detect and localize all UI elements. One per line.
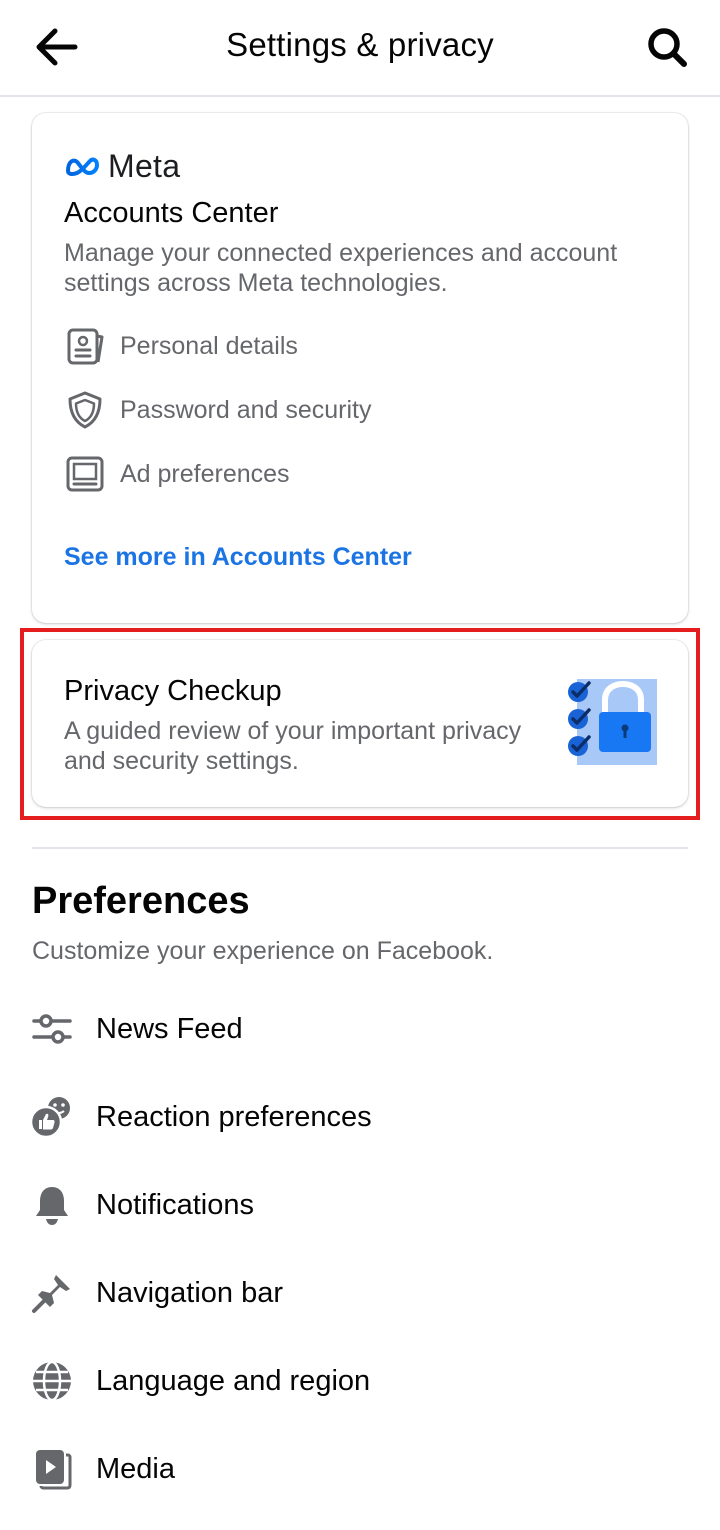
meta-brand-text: Meta [108,147,181,184]
navigation-bar-label: Navigation bar [96,1276,283,1309]
notifications-item[interactable]: Notifications [28,1170,692,1240]
top-bar: Settings & privacy [0,0,720,97]
notifications-label: Notifications [96,1188,254,1221]
monitor-icon [64,453,106,495]
reactions-icon [28,1093,76,1141]
preferences-subtitle: Customize your experience on Facebook. [32,937,494,965]
meta-logo: Meta [64,147,181,184]
news-feed-item[interactable]: News Feed [28,994,692,1064]
media-label: Media [96,1452,175,1485]
search-button[interactable] [642,22,692,72]
see-more-accounts-center-link[interactable]: See more in Accounts Center [64,543,412,572]
id-card-icon [64,325,106,367]
lock-checklist-icon [568,679,657,765]
language-region-item[interactable]: Language and region [28,1346,692,1416]
shield-icon [64,389,106,431]
preferences-heading: Preferences [32,880,250,922]
page-title: Settings & privacy [226,26,494,63]
privacy-checkup-description: A guided review of your important privac… [64,717,522,775]
sliders-icon [28,1005,76,1053]
language-region-label: Language and region [96,1364,371,1397]
meta-infinity-icon [66,157,99,177]
ad-preferences-label: Ad preferences [120,459,290,488]
password-security-item[interactable]: Password and security [64,388,372,432]
accounts-center-card[interactable]: Meta Accounts Center Manage your connect… [32,113,688,623]
news-feed-label: News Feed [96,1012,243,1045]
media-item[interactable]: Media [28,1434,692,1504]
reaction-preferences-item[interactable]: Reaction preferences [28,1082,692,1152]
bell-icon [28,1181,76,1229]
accounts-center-title: Accounts Center [64,197,279,229]
personal-details-item[interactable]: Personal details [64,324,298,368]
reaction-preferences-label: Reaction preferences [96,1100,372,1133]
media-icon [28,1445,76,1493]
navigation-bar-item[interactable]: Navigation bar [28,1258,692,1328]
globe-icon [28,1357,76,1405]
ad-preferences-item[interactable]: Ad preferences [64,452,290,496]
section-divider [32,847,688,849]
privacy-checkup-title: Privacy Checkup [64,675,282,707]
privacy-checkup-card[interactable]: Privacy Checkup A guided review of your … [32,640,688,807]
password-security-label: Password and security [120,395,372,424]
personal-details-label: Personal details [120,331,298,360]
pin-icon [28,1269,76,1317]
accounts-center-description: Manage your connected experiences and ac… [64,239,618,297]
search-icon [648,28,687,67]
